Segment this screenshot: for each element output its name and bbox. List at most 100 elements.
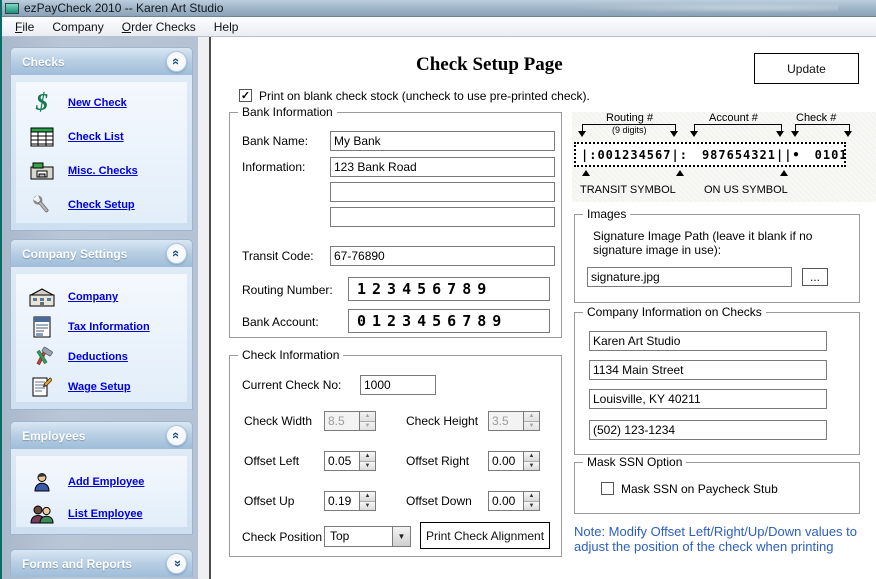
browse-button[interactable]: ... [802,268,828,286]
spin-up-icon[interactable]: ▲ [360,492,375,502]
spin-up-icon[interactable]: ▲ [524,492,539,502]
offset-right-label: Offset Right [406,454,469,468]
list-employee-link[interactable]: List Employee [68,508,143,520]
sidebar-item-check-setup[interactable]: Check Setup [16,188,187,222]
tools-icon [16,346,68,368]
bank-name-input[interactable] [330,131,555,151]
transit-code-input[interactable] [330,246,555,266]
transit-symbol: |: [581,148,597,162]
sidebar-item-add-employee[interactable]: Add Employee [16,466,187,498]
company-phone-input[interactable] [589,420,827,440]
people-icon [16,504,68,524]
deductions-link[interactable]: Deductions [68,351,128,363]
micr-account-label: Account # [709,112,758,124]
account-digits: 987654321 [702,148,776,162]
menu-help[interactable]: Help [205,18,248,36]
dollar-icon: $ [16,92,68,114]
chevron-up-icon: « [168,250,185,257]
company-city-input[interactable] [589,389,827,409]
spin-down-icon[interactable]: ▼ [360,502,375,511]
print-blank-stock-checkbox[interactable]: ✓ [239,89,252,102]
section-company-settings-header[interactable]: Company Settings « [10,239,193,267]
collapse-checks-button[interactable]: « [166,51,187,72]
sidebar-item-list-employee[interactable]: List Employee [16,498,187,530]
offset-down-value[interactable] [489,492,523,510]
section-employees-header[interactable]: Employees « [10,421,193,449]
spin-down-icon: ▼ [360,422,375,431]
sidebar-item-deductions[interactable]: Deductions [16,342,187,372]
offset-left-value[interactable] [325,452,359,470]
bank-name-label: Bank Name: [242,134,308,148]
offset-left-stepper[interactable]: ▲▼ [324,451,376,471]
bank-account-label: Bank Account: [242,315,319,329]
spin-down-icon[interactable]: ▼ [360,462,375,471]
bank-info-line1-input[interactable] [330,157,555,177]
transit-symbol-caption: TRANSIT SYMBOL [580,184,676,196]
section-company-settings-items: Company Tax Information Deductions [16,274,187,402]
spin-up-icon[interactable]: ▲ [360,452,375,462]
tax-doc-icon [16,316,68,338]
account-bracket [694,124,782,131]
sidebar-item-company[interactable]: Company [16,282,187,312]
collapse-company-settings-button[interactable]: « [166,243,187,264]
sidebar-item-wage-setup[interactable]: Wage Setup [16,372,187,402]
current-check-no-input[interactable] [360,375,436,395]
up-arrow-icon [582,170,590,176]
up-arrow-icon [676,170,684,176]
spin-up-icon[interactable]: ▲ [524,452,539,462]
routing-number-input[interactable]: 123456789 [348,277,550,301]
offset-right-stepper[interactable]: ▲▼ [488,451,540,471]
mask-ssn-checkbox[interactable] [601,482,614,495]
update-button[interactable]: Update [754,53,859,84]
offset-up-stepper[interactable]: ▲▼ [324,491,376,511]
tax-information-link[interactable]: Tax Information [68,321,150,333]
offset-down-stepper[interactable]: ▲▼ [488,491,540,511]
offset-up-value[interactable] [325,492,359,510]
menu-file[interactable]: File [6,18,43,36]
company-link[interactable]: Company [68,291,118,303]
check-setup-link[interactable]: Check Setup [68,199,135,211]
collapse-employees-button[interactable]: « [166,425,187,446]
misc-checks-link[interactable]: Misc. Checks [68,165,138,177]
menu-company[interactable]: Company [43,18,112,36]
section-forms-reports-header[interactable]: Forms and Reports « [10,549,193,577]
expand-forms-reports-button[interactable]: « [166,553,187,574]
company-street-input[interactable] [589,360,827,380]
offset-right-value[interactable] [489,452,523,470]
chevron-up-icon: « [168,432,185,439]
wage-setup-link[interactable]: Wage Setup [68,381,131,393]
check-height-label: Check Height [406,414,478,428]
sidebar-item-check-list[interactable]: Check List [16,120,187,154]
down-arrow-icon [690,131,698,137]
transit-symbol: |: [671,148,687,162]
check-list-link[interactable]: Check List [68,131,124,143]
menu-order-checks[interactable]: Order Checks [113,18,205,36]
spin-down-icon[interactable]: ▼ [524,502,539,511]
check-position-select[interactable]: Top ▼ [324,526,411,547]
mask-ssn-group-title: Mask SSN Option [583,455,686,469]
offset-note-line1: Note: Modify Offset Left/Right/Up/Down v… [574,524,857,539]
new-check-link[interactable]: New Check [68,97,127,109]
titlebar-ghost [538,2,838,14]
bank-account-input[interactable]: 0123456789 [348,309,550,333]
section-checks-header[interactable]: Checks « [10,47,193,75]
offset-up-label: Offset Up [244,494,294,508]
sidebar-item-new-check[interactable]: $ New Check [16,86,187,120]
bank-info-line3-input[interactable] [330,207,555,227]
sidebar-item-misc-checks[interactable]: Misc. Checks [16,154,187,188]
bank-info-line2-input[interactable] [330,182,555,202]
spin-down-icon[interactable]: ▼ [524,462,539,471]
down-arrow-icon [791,131,799,137]
company-name-input[interactable] [589,331,827,351]
main-panel: Check Setup Page Update ✓ Print on blank… [209,37,876,579]
add-employee-link[interactable]: Add Employee [68,476,144,488]
company-info-group: Company Information on Checks [574,312,860,455]
sidebar-item-tax-information[interactable]: Tax Information [16,312,187,342]
dropdown-arrow-icon[interactable]: ▼ [392,527,410,546]
signature-path-input[interactable] [587,267,792,287]
title-bar: ezPayCheck 2010 -- Karen Art Studio [2,0,876,17]
print-check-alignment-button[interactable]: Print Check Alignment [420,522,550,549]
signature-path-label-line1: Signature Image Path (leave it blank if … [593,229,812,243]
micr-line: |:001234567|: 987654321||• 0101 [574,142,846,167]
offset-note: Note: Modify Offset Left/Right/Up/Down v… [574,524,857,554]
